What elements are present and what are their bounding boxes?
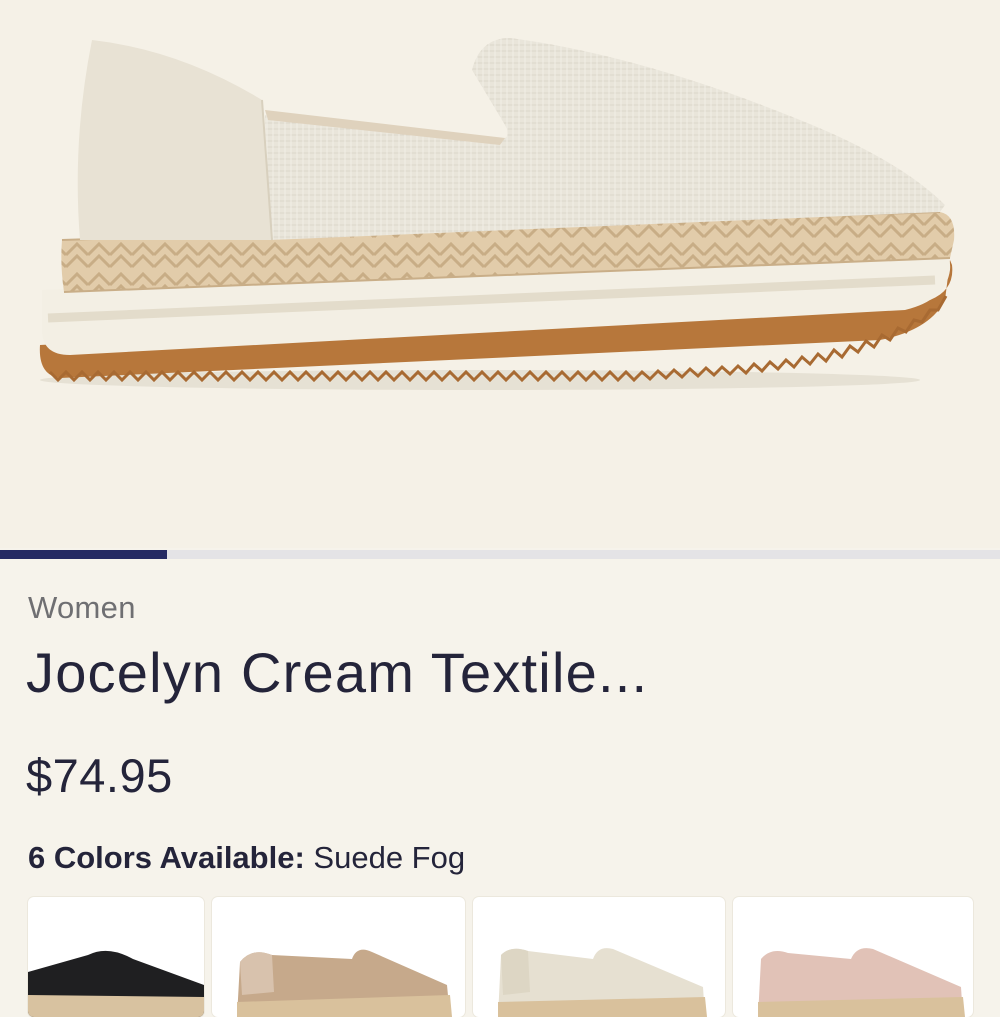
selected-color-name: Suede Fog [313,840,466,875]
blush-shoe-thumbnail-icon [758,948,965,1017]
black-shoe-thumbnail-icon [28,950,204,1017]
color-swatch-black[interactable] [28,897,204,1017]
gallery-progress-fill [0,550,167,559]
colors-available-label: 6 Colors Available: [28,840,305,875]
color-swatch-blush[interactable] [733,897,973,1017]
shoe-illustration [39,38,955,390]
fog-shoe-thumbnail-icon [498,948,707,1017]
gallery-progress-track [0,550,1000,559]
product-category[interactable]: Women [28,590,136,626]
colors-available: 6 Colors Available: Suede Fog [28,840,465,876]
color-swatch-tan[interactable] [212,897,465,1017]
product-price: $74.95 [26,749,173,802]
product-title: Jocelyn Cream Textile... [26,641,649,704]
color-swatch-fog[interactable] [473,897,725,1017]
product-image[interactable] [0,0,1000,548]
tan-shoe-thumbnail-icon [237,949,452,1017]
